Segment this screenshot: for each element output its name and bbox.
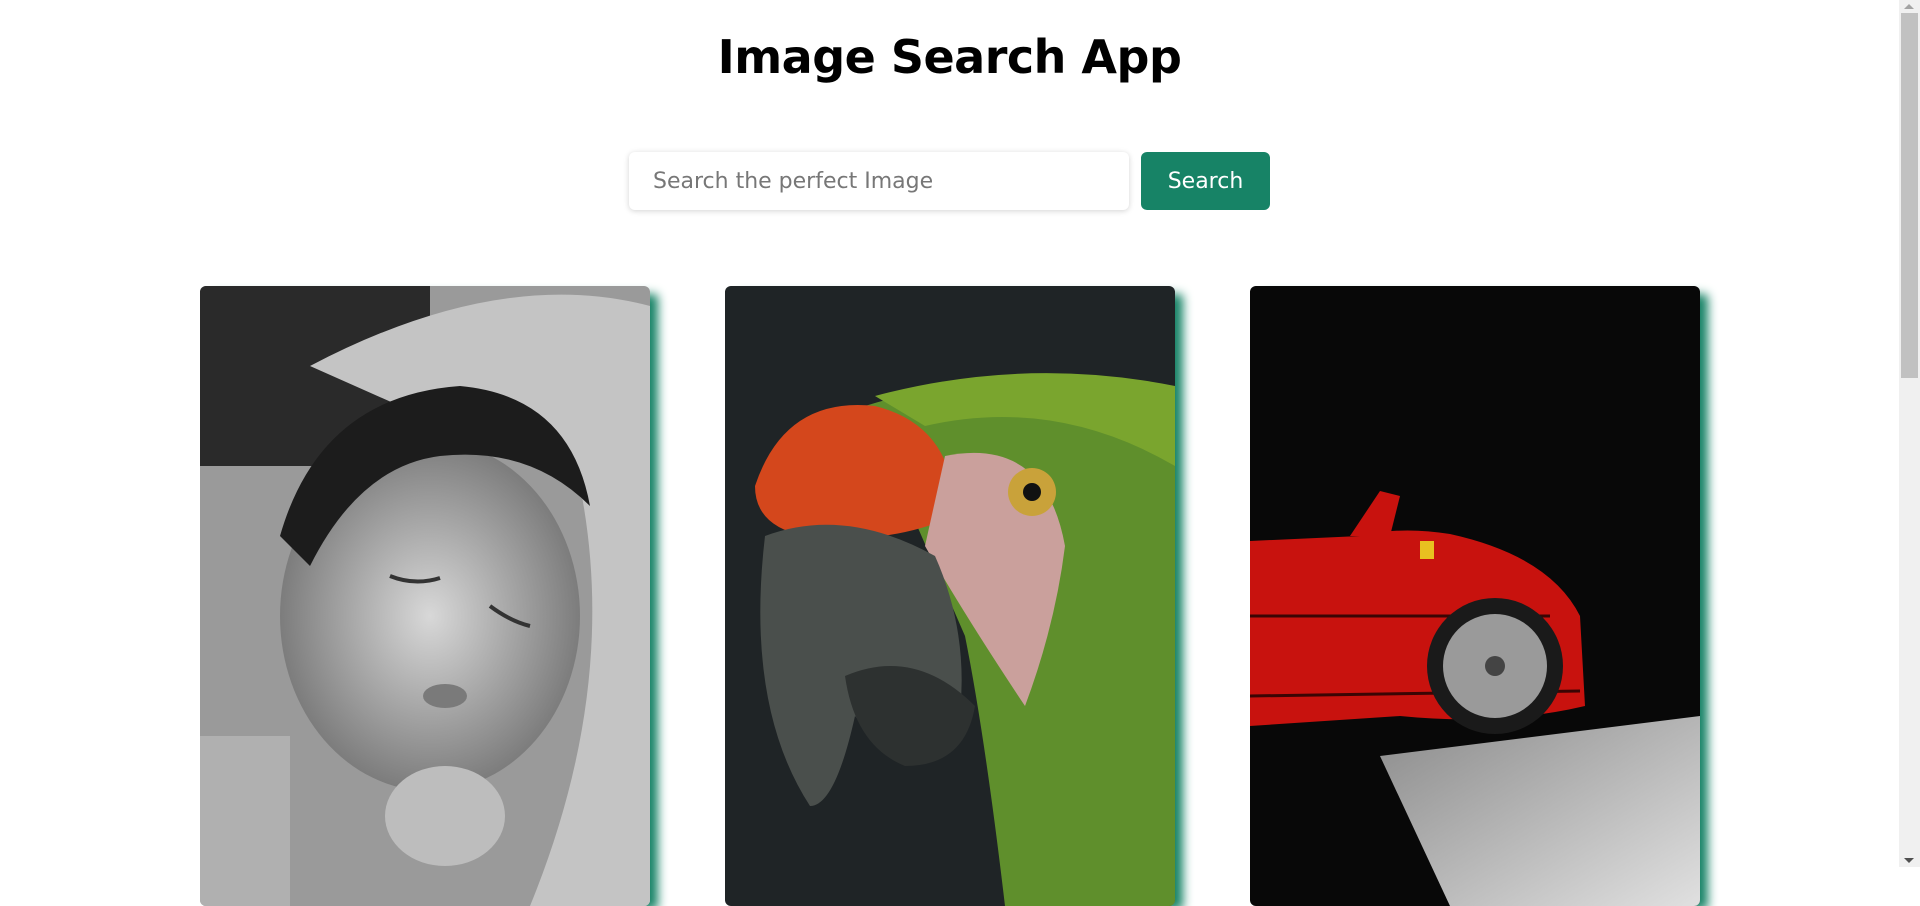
sleeping-baby-image (200, 286, 650, 906)
red-car-image (1250, 286, 1700, 906)
search-button[interactable]: Search (1141, 152, 1270, 210)
page: Image Search App Search (0, 0, 1899, 906)
image-card-parrot[interactable] (725, 286, 1175, 906)
parrot-image (725, 286, 1175, 906)
scroll-up-arrow-icon[interactable] (1904, 4, 1914, 9)
scrollbar-thumb[interactable] (1901, 13, 1918, 378)
image-card-baby[interactable] (200, 286, 650, 906)
vertical-scrollbar[interactable] (1899, 0, 1920, 867)
page-title: Image Search App (717, 30, 1182, 84)
image-card-car[interactable] (1250, 286, 1700, 906)
search-input[interactable] (629, 152, 1129, 210)
scroll-down-arrow-icon[interactable] (1904, 858, 1914, 863)
